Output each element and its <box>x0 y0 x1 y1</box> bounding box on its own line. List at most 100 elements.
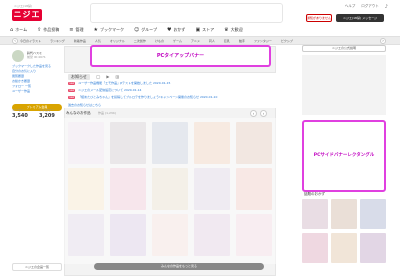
sidebar-link[interactable]: お絵かき履歴 <box>12 79 30 83</box>
nav-item-home[interactable]: ⌂ ホーム <box>10 27 27 33</box>
artwork-thumbnail[interactable] <box>360 233 386 263</box>
news-item[interactable]: new ニジエのメール配信設定について 2020-01-14 <box>68 88 141 92</box>
chevron-left-icon[interactable]: ‹ <box>12 38 18 44</box>
header-links: ヘルプ ログアウト ♪ <box>345 4 388 10</box>
category-bar: ‹ 今日のイラスト ランキング 新着作品 人気 オリジナル 二次創作 けもの ゲ… <box>0 36 400 45</box>
news-item[interactable]: new ユーザー作品機能「エモ作品」βテストを開始しました 2020-01-15 <box>68 81 170 85</box>
nav-item-upload[interactable]: ⇪ 作品投稿 <box>37 27 59 33</box>
nav-label: ホーム <box>15 27 28 32</box>
upload-icon: ⇪ <box>37 27 42 33</box>
category-item[interactable]: 二次創作 <box>134 39 146 43</box>
store-icon: ▣ <box>195 27 201 33</box>
list-icon: ≡ <box>69 27 74 33</box>
nav-label: ブックマーク <box>99 27 124 32</box>
stat-value[interactable]: 3,209 <box>39 113 55 119</box>
nav-item-group[interactable]: ☺ グループ <box>134 27 157 33</box>
artwork-thumbnail[interactable] <box>302 199 328 229</box>
new-badge: new <box>68 95 76 99</box>
nav-item-manage[interactable]: ≡ 管理 <box>69 27 83 33</box>
group-icon: ☺ <box>133 27 140 33</box>
artwork-thumbnail[interactable] <box>331 233 357 263</box>
category-list: 今日のイラスト ランキング 新着作品 人気 オリジナル 二次創作 けもの ゲーム… <box>20 37 293 45</box>
recommend-icon: ♥ <box>166 27 172 33</box>
chevron-left-icon[interactable]: ‹ <box>250 110 257 117</box>
tab-book-icon[interactable]: ▥ <box>115 74 119 80</box>
category-item[interactable]: 同人 <box>209 39 215 43</box>
recommend-grid <box>302 199 386 269</box>
category-item[interactable]: ランキング <box>50 39 65 43</box>
category-item[interactable]: 今日のイラスト <box>20 39 41 43</box>
news-text: 「極めたひとみちゃん」を投稿してブルロテを作りましょう!キャンペーン開催のお知ら… <box>78 95 218 99</box>
nav-item-bookmark[interactable]: ★ ブックマーク <box>93 27 123 33</box>
user-id: 前髪 ID:4671 <box>27 55 46 59</box>
ad-banner-top[interactable]: PCタイアップバナー <box>90 45 271 67</box>
news-item[interactable]: new 「極めたひとみちゃん」を投稿してブルロテを作りましょう!キャンペーン開催… <box>68 95 217 99</box>
artwork-thumbnail[interactable] <box>302 233 328 263</box>
artwork-thumbnail[interactable] <box>360 199 386 229</box>
user-menu-button[interactable]: ニジエ(18禁) メッセージ <box>336 14 384 22</box>
category-item[interactable]: ゲーム <box>173 39 182 43</box>
sidebar-link[interactable]: 自分のお気に入り <box>12 69 36 73</box>
nav-label: おかず <box>173 27 186 32</box>
official-info-button[interactable]: ニジエの公式説明 <box>302 45 386 52</box>
sidebar-link[interactable]: ブックマークした作品を見る <box>12 64 51 68</box>
sidebar-link[interactable]: ユーザー作品 <box>12 89 30 93</box>
nav-label: ストア <box>202 27 215 32</box>
stat-label: フォロワー <box>39 108 55 112</box>
events-link[interactable]: ニジエの企画一覧 <box>12 263 62 271</box>
loading-overlay <box>64 118 276 264</box>
nav-label: 大歓迎 <box>230 27 243 32</box>
logo-subtitle: ニジエ(18禁) <box>14 4 33 8</box>
nav-label: 管理 <box>75 27 84 32</box>
section-title: みんなのお作品 <box>66 111 91 115</box>
category-item[interactable]: 新着作品 <box>74 39 86 43</box>
category-item[interactable]: 巨乳 <box>224 39 230 43</box>
news-more-link[interactable]: 過去のお知らせはこちら <box>68 103 101 107</box>
tab-video-icon[interactable]: ▶ <box>106 74 109 80</box>
ad-banner-side[interactable]: PCサイドバナーレクタングル <box>302 120 386 192</box>
search-input[interactable] <box>90 3 283 23</box>
news-tabs: お知らせ ◯ ▶ ▥ <box>68 74 119 80</box>
category-item[interactable]: けもの <box>155 39 164 43</box>
main-nav: ⌂ ホーム ⇪ 作品投稿 ≡ 管理 ★ ブックマーク ☺ グループ ♥ おかず ▣ ストア ♛… <box>10 25 243 35</box>
nav-label: 作品投稿 <box>43 27 60 32</box>
home-icon: ⌂ <box>10 27 14 33</box>
nav-item-recommend[interactable]: ♥ おかず <box>167 27 185 33</box>
category-item[interactable]: オリジナル <box>110 39 125 43</box>
category-item[interactable]: ファンタジー <box>254 39 272 43</box>
category-item[interactable]: 人気 <box>95 39 101 43</box>
section-count: 作品 (1,234) <box>98 111 116 115</box>
chevron-right-icon[interactable]: › <box>260 110 267 117</box>
recommend-title: 話題のおかず <box>304 192 325 196</box>
nav-item-ranking[interactable]: ♛ 大歓迎 <box>224 27 242 33</box>
tab-circle-icon[interactable]: ◯ <box>96 74 100 80</box>
avatar[interactable] <box>12 50 24 62</box>
new-badge: new <box>68 88 76 92</box>
logout-link[interactable]: ログアウト <box>361 4 379 10</box>
nav-item-store[interactable]: ▣ ストア <box>195 27 214 33</box>
stat-value[interactable]: 3,540 <box>12 113 28 119</box>
more-artworks-button[interactable]: みんなの作品をもっと見る <box>94 263 264 270</box>
new-badge: new <box>68 81 76 85</box>
site-logo[interactable]: ニジエ <box>12 9 42 21</box>
category-item[interactable]: ピクシブ <box>281 39 293 43</box>
bell-icon[interactable]: ♪ <box>385 4 388 10</box>
news-text: ニジエのメール配信設定について 2020-01-14 <box>78 88 142 92</box>
stat-label: ユーザー <box>12 108 24 112</box>
sidebar-link[interactable]: フォロー 一覧 <box>12 84 31 88</box>
sidebar-link[interactable]: 閲覧履歴 <box>12 74 24 78</box>
category-item[interactable]: 触手 <box>239 39 245 43</box>
featured-header: みんなのお作品 作品 (1,234) ‹ › <box>64 110 276 118</box>
right-info-panel <box>302 55 386 115</box>
artwork-thumbnail[interactable] <box>331 199 357 229</box>
news-panel: お知らせ ◯ ▶ ▥ new ユーザー作品機能「エモ作品」βテストを開始しました… <box>64 72 276 108</box>
chevron-right-icon[interactable]: › <box>380 38 386 44</box>
notification-button[interactable]: 通知がありません <box>306 14 332 22</box>
category-item[interactable]: アニメ <box>191 39 200 43</box>
bookmark-icon: ★ <box>93 27 98 33</box>
ranking-icon: ♛ <box>224 27 229 33</box>
news-text: ユーザー作品機能「エモ作品」βテストを開始しました 2020-01-15 <box>78 81 171 85</box>
nav-label: グループ <box>141 27 157 32</box>
help-link[interactable]: ヘルプ <box>345 4 356 10</box>
tab-news[interactable]: お知らせ <box>68 74 90 80</box>
